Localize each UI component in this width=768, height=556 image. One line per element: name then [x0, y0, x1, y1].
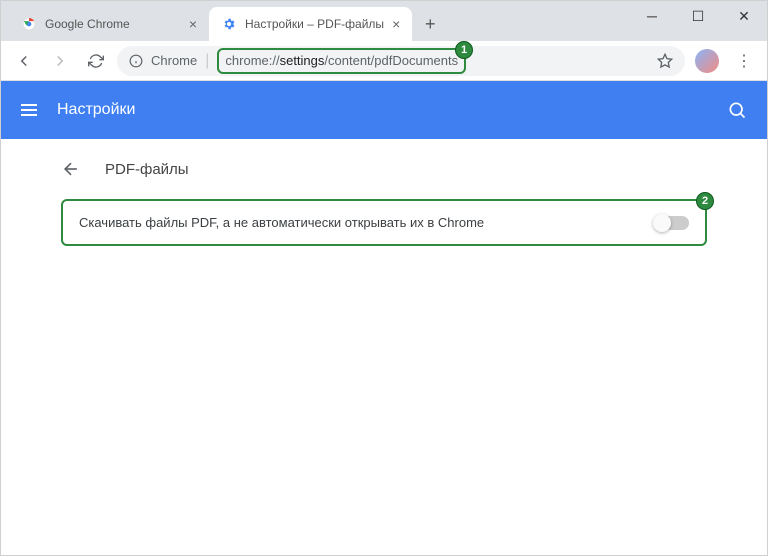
hamburger-icon[interactable] — [21, 104, 37, 116]
setting-label: Скачивать файлы PDF, а не автоматически … — [79, 215, 484, 230]
settings-header: Настройки — [1, 81, 767, 139]
page-title: Настройки — [57, 101, 135, 119]
info-icon — [129, 54, 143, 68]
pdf-download-setting-row[interactable]: Скачивать файлы PDF, а не автоматически … — [61, 199, 707, 246]
callout-badge-1: 1 — [455, 41, 473, 59]
forward-button[interactable] — [45, 46, 75, 76]
back-arrow-icon[interactable] — [61, 159, 81, 179]
url-highlight-box: chrome://settings/content/pdfDocuments 1 — [217, 48, 466, 74]
close-icon[interactable]: × — [189, 16, 197, 32]
browser-window: Google Chrome × Настройки – PDF-файлы × … — [0, 0, 768, 556]
gear-favicon-icon — [221, 16, 237, 32]
tab-settings-pdf[interactable]: Настройки – PDF-файлы × — [209, 7, 412, 41]
reload-button[interactable] — [81, 46, 111, 76]
profile-avatar[interactable] — [695, 49, 719, 73]
close-icon[interactable]: × — [392, 16, 400, 32]
chrome-favicon-icon — [21, 16, 37, 32]
content: PDF-файлы Скачивать файлы PDF, а не авто… — [1, 139, 767, 246]
back-button[interactable] — [9, 46, 39, 76]
search-icon[interactable] — [727, 100, 747, 120]
maximize-button[interactable]: ☐ — [675, 1, 721, 31]
section-title: PDF-файлы — [105, 161, 189, 178]
callout-badge-2: 2 — [696, 192, 714, 210]
toolbar: Chrome | chrome://settings/content/pdfDo… — [1, 41, 767, 81]
minimize-button[interactable]: ─ — [629, 1, 675, 31]
menu-button[interactable]: ⋮ — [729, 46, 759, 76]
new-tab-button[interactable]: + — [416, 10, 444, 38]
addr-prefix: Chrome — [151, 53, 197, 68]
toggle-switch[interactable] — [655, 216, 689, 230]
tab-label: Настройки – PDF-файлы — [245, 17, 384, 31]
close-button[interactable]: ✕ — [721, 1, 767, 31]
titlebar: Google Chrome × Настройки – PDF-файлы × … — [1, 1, 767, 41]
tab-label: Google Chrome — [45, 17, 130, 31]
tab-google-chrome[interactable]: Google Chrome × — [9, 7, 209, 41]
window-controls: ─ ☐ ✕ — [629, 1, 767, 31]
tab-strip: Google Chrome × Настройки – PDF-файлы × … — [1, 1, 444, 41]
bookmark-star-icon[interactable] — [657, 53, 673, 69]
address-bar[interactable]: Chrome | chrome://settings/content/pdfDo… — [117, 46, 685, 76]
url-text: chrome://settings/content/pdfDocuments — [225, 53, 458, 68]
subheader: PDF-файлы — [1, 139, 767, 199]
